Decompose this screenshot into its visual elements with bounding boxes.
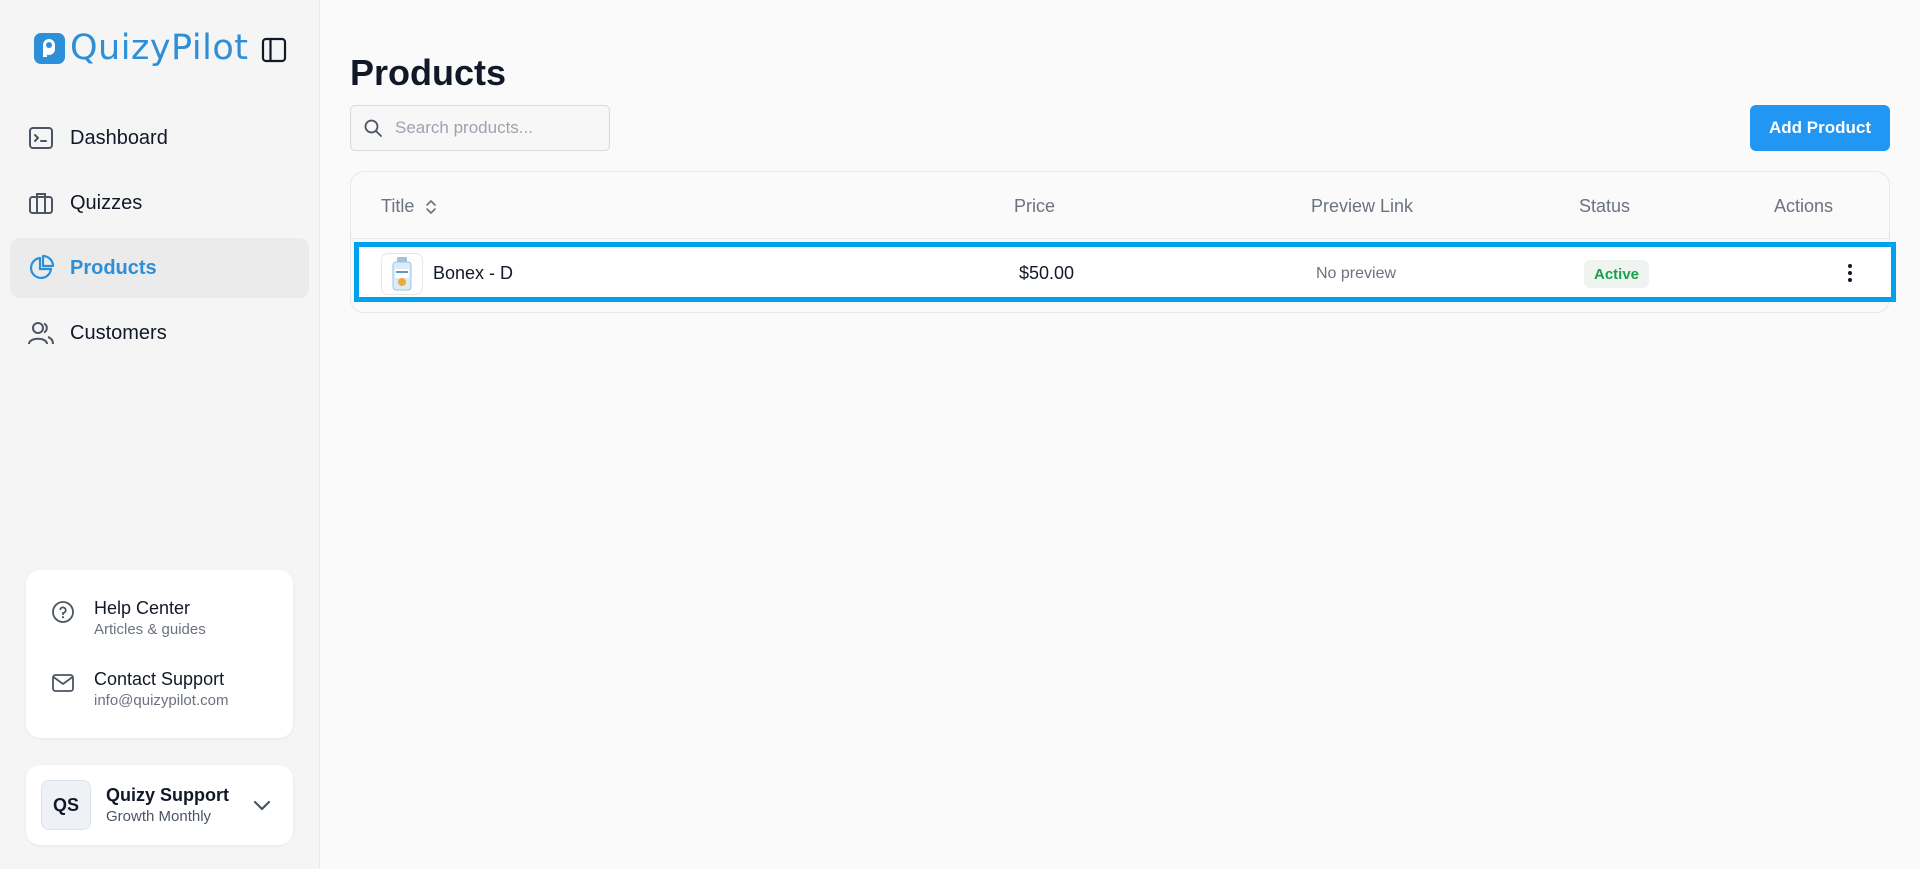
help-title: Contact Support — [94, 669, 225, 689]
brand-name: QuizyPilot — [70, 28, 249, 68]
table-row[interactable]: Bonex - D $50.00 No preview Active — [354, 242, 1896, 302]
column-header-label: Title — [381, 196, 415, 216]
column-header-status: Status — [1579, 196, 1631, 216]
user-menu[interactable]: QS Quizy Support Growth Monthly — [26, 765, 293, 845]
logo-mark-icon — [34, 32, 65, 64]
terminal-icon — [26, 123, 56, 153]
help-card: Help Center Articles & guides Contact Su… — [26, 570, 293, 738]
search-icon — [363, 117, 385, 139]
user-plan: Growth Monthly — [106, 808, 212, 825]
user-name: Quizy Support — [106, 785, 229, 805]
column-header-price: Price — [1014, 196, 1056, 216]
product-preview-link: No preview — [1316, 265, 1397, 282]
sidebar-item-quizzes[interactable]: Quizzes — [10, 173, 309, 233]
sidebar-item-label: Quizzes — [70, 191, 143, 214]
sidebar-item-label: Products — [70, 256, 157, 279]
product-price: $50.00 — [1019, 263, 1075, 283]
product-thumbnail — [381, 253, 423, 295]
column-header-preview-link: Preview Link — [1311, 196, 1414, 216]
header-divider — [351, 238, 1889, 239]
briefcase-icon — [26, 188, 56, 218]
sidebar-item-products[interactable]: Products — [10, 238, 309, 298]
mail-icon — [48, 669, 78, 699]
search-box — [350, 105, 610, 151]
sidebar-item-customers[interactable]: Customers — [10, 303, 309, 363]
pie-chart-icon — [26, 253, 56, 283]
more-vertical-icon — [1848, 264, 1852, 282]
sidebar: QuizyPilot Dashboard Quizzes Products Cu… — [0, 0, 320, 869]
search-input[interactable] — [395, 118, 595, 138]
page-title: Products — [350, 52, 507, 93]
status-badge: Active — [1584, 260, 1650, 288]
users-icon — [26, 318, 56, 348]
sidebar-item-dashboard[interactable]: Dashboard — [10, 108, 309, 168]
contact-support-link[interactable]: Contact Support info@quizypilot.com — [48, 669, 228, 709]
product-title: Bonex - D — [433, 263, 514, 283]
help-center-link[interactable]: Help Center Articles & guides — [48, 598, 206, 638]
column-header-title[interactable]: Title — [381, 196, 438, 217]
sidebar-toggle-button[interactable] — [258, 34, 290, 66]
product-bottle-icon — [392, 257, 412, 291]
row-actions-button[interactable] — [1834, 257, 1866, 289]
avatar: QS — [41, 780, 91, 830]
help-subtitle: info@quizypilot.com — [94, 692, 229, 709]
sidebar-nav: Dashboard Quizzes Products Customers — [10, 108, 309, 368]
brand-logo[interactable]: QuizyPilot — [34, 28, 248, 68]
products-table: Title Price Preview Link Status Actions … — [350, 171, 1896, 313]
help-title: Help Center — [94, 598, 191, 618]
help-circle-icon — [48, 598, 78, 628]
sidebar-toggle-icon — [261, 37, 287, 63]
chevron-down-icon — [248, 791, 276, 819]
sort-icon — [424, 198, 438, 216]
help-subtitle: Articles & guides — [94, 621, 206, 638]
column-header-actions: Actions — [1774, 196, 1834, 216]
sidebar-item-label: Customers — [70, 321, 167, 344]
sidebar-item-label: Dashboard — [70, 126, 168, 149]
add-product-button[interactable]: Add Product — [1750, 105, 1890, 151]
